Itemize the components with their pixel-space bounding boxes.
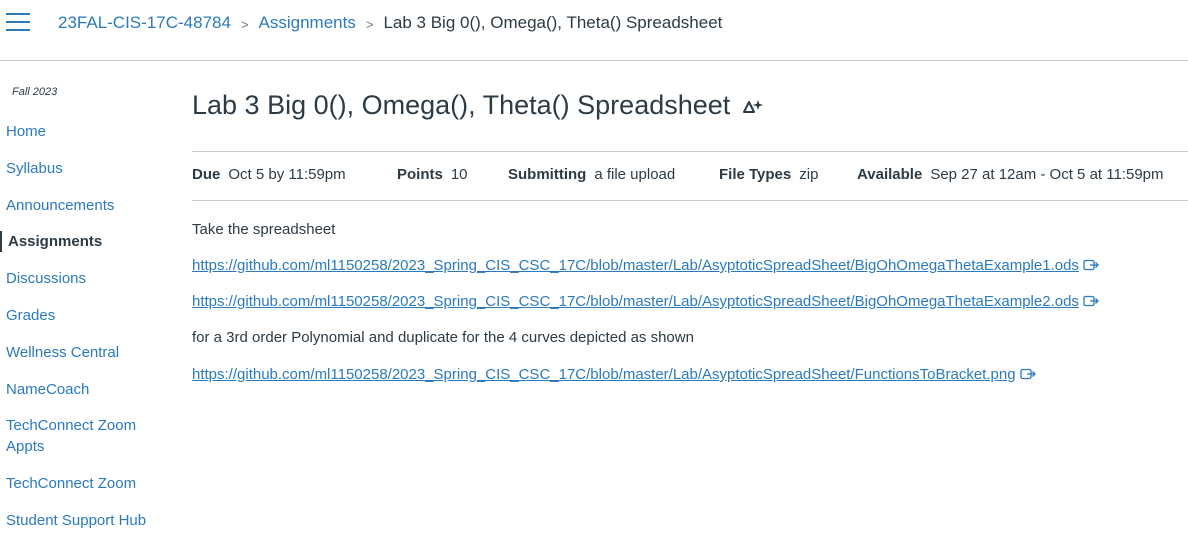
ai-sparkle-icon[interactable] — [742, 97, 764, 115]
available-value: Sep 27 at 12am - Oct 5 at 11:59pm — [930, 166, 1164, 183]
available-detail: Available Sep 27 at 12am - Oct 5 at 11:59… — [857, 166, 1164, 183]
spreadsheet-link-1-text: https://github.com/ml1150258/2023_Spring… — [192, 257, 1079, 274]
page-title: Lab 3 Big 0(), Omega(), Theta() Spreadsh… — [192, 90, 731, 120]
spreadsheet-link-2[interactable]: https://github.com/ml1150258/2023_Spring… — [192, 293, 1099, 310]
file-types-detail: File Types zip — [719, 166, 818, 183]
external-link-icon — [1083, 295, 1099, 307]
top-bar: 23FAL-CIS-17C-48784 > Assignments > Lab … — [0, 0, 1188, 61]
breadcrumb-assignments-link[interactable]: Assignments — [259, 13, 356, 33]
breadcrumb-separator: > — [365, 16, 374, 32]
assignment-header: Lab 3 Big 0(), Omega(), Theta() Spreadsh… — [192, 90, 764, 121]
breadcrumb: 23FAL-CIS-17C-48784 > Assignments > Lab … — [58, 13, 722, 33]
description-intro: Take the spreadsheet — [192, 221, 336, 238]
file-types-value: zip — [799, 166, 819, 183]
term-label: Fall 2023 — [12, 86, 58, 98]
submitting-detail: Submitting a file upload — [508, 166, 675, 183]
sidebar-item-wellness-central[interactable]: Wellness Central — [6, 342, 156, 363]
points-label: Points — [397, 166, 443, 183]
spreadsheet-link-1[interactable]: https://github.com/ml1150258/2023_Spring… — [192, 257, 1099, 274]
sidebar-item-techconnect-zoom-appts[interactable]: TechConnect Zoom Appts — [6, 415, 151, 457]
due-label: Due — [192, 166, 221, 183]
sidebar-item-grades[interactable]: Grades — [6, 305, 156, 326]
due-detail: Due Oct 5 by 11:59pm — [192, 166, 346, 183]
sidebar-item-namecoach[interactable]: NameCoach — [6, 379, 156, 400]
sidebar-item-assignments[interactable]: Assignments — [0, 231, 158, 252]
submitting-value: a file upload — [594, 166, 676, 183]
description-middle: for a 3rd order Polynomial and duplicate… — [192, 329, 694, 346]
file-types-label: File Types — [719, 166, 792, 183]
due-value: Oct 5 by 11:59pm — [228, 166, 346, 183]
submitting-label: Submitting — [508, 166, 587, 183]
available-label: Available — [857, 166, 923, 183]
sidebar-item-syllabus[interactable]: Syllabus — [6, 158, 156, 179]
points-detail: Points 10 — [397, 166, 468, 183]
sidebar-item-student-support-hub[interactable]: Student Support Hub — [6, 510, 156, 531]
assignment-details-bar: Due Oct 5 by 11:59pm Points 10 Submitting a… — [192, 151, 1188, 201]
sidebar-item-techconnect-zoom[interactable]: TechConnect Zoom — [6, 473, 156, 494]
breadcrumb-separator: > — [240, 16, 249, 32]
points-value: 10 — [450, 166, 468, 183]
sidebar-item-home[interactable]: Home — [6, 121, 156, 142]
functions-image-link-text: https://github.com/ml1150258/2023_Spring… — [192, 366, 1016, 383]
sidebar-item-discussions[interactable]: Discussions — [6, 268, 156, 289]
functions-image-link[interactable]: https://github.com/ml1150258/2023_Spring… — [192, 366, 1036, 383]
breadcrumb-course-link[interactable]: 23FAL-CIS-17C-48784 — [58, 13, 231, 33]
external-link-icon — [1083, 259, 1099, 271]
spreadsheet-link-2-text: https://github.com/ml1150258/2023_Spring… — [192, 293, 1079, 310]
sidebar-item-announcements[interactable]: Announcements — [6, 195, 156, 216]
external-link-icon — [1019, 368, 1036, 380]
breadcrumb-current: Lab 3 Big 0(), Omega(), Theta() Spreadsh… — [383, 13, 723, 32]
hamburger-menu-icon[interactable] — [6, 13, 30, 35]
